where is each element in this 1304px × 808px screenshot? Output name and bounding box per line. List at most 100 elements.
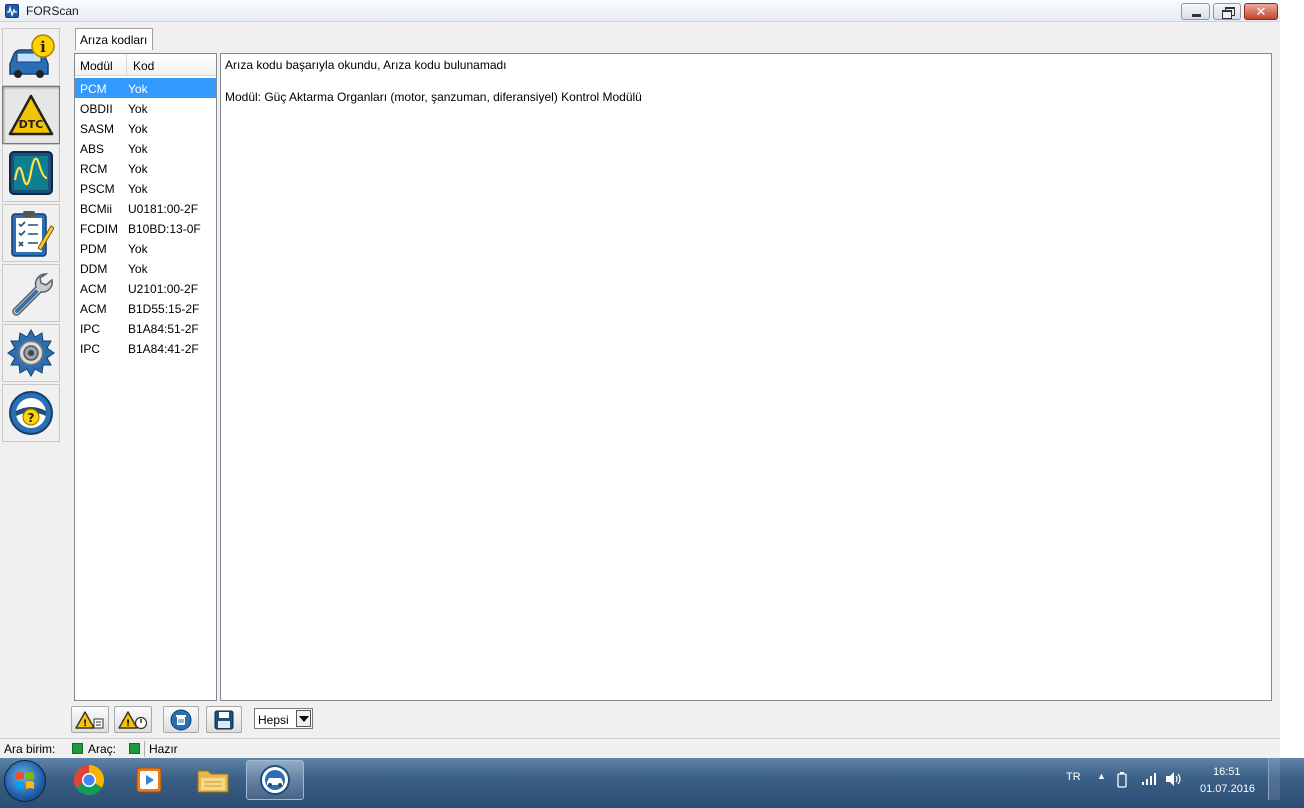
sidebar-item-help[interactable]: ? [2,384,60,442]
minimize-icon [1182,4,1209,19]
table-row[interactable]: FCDIM B10BD:13-0F [75,218,216,238]
taskbar-media-player[interactable] [120,760,178,800]
module-name-cell: IPC [80,342,101,356]
dtc-code-cell: B1A84:51-2F [128,322,199,336]
oscilloscope-icon [9,151,53,195]
module-name-cell: PDM [80,242,107,256]
svg-text:!: ! [126,719,130,729]
save-button[interactable] [206,706,242,733]
windows-logo-icon [16,772,34,789]
module-name-cell: ACM [80,282,107,296]
car-info-icon: i [9,34,55,78]
module-name-cell: RCM [80,162,108,176]
interface-status-indicator [72,743,83,754]
interface-label: Ara birim: [4,742,56,756]
start-button[interactable] [4,760,46,802]
clock-time[interactable]: 16:51 [1213,766,1241,778]
close-button[interactable]: ✕ [1244,3,1278,20]
module-name-cell: PCM [80,82,107,96]
taskbar-forscan[interactable] [246,760,304,800]
table-row[interactable]: PDM Yok [75,238,216,258]
table-row[interactable]: PSCM Yok [75,178,216,198]
svg-text:i: i [40,38,46,56]
sidebar-item-tests[interactable] [2,204,60,262]
window-title: FORScan [26,4,79,18]
media-player-icon [136,767,162,793]
module-list: Modül Kod PCM Yok OBDII Yok SASM Yok ABS Yok RCM… [74,53,217,701]
save-icon [214,710,234,729]
taskbar-chrome[interactable] [60,760,118,800]
forscan-app-icon[interactable] [5,4,19,18]
table-row[interactable]: ACM B1D55:15-2F [75,298,216,318]
taskbar-file-explorer[interactable] [184,760,242,800]
dtc-code-cell: Yok [128,182,148,196]
dtc-code-cell: B1D55:15-2F [128,302,200,316]
module-list-header: Modül Kod [75,54,216,76]
network-signal-icon[interactable] [1141,772,1157,786]
battery-icon[interactable] [1117,772,1127,788]
clock-date[interactable]: 01.07.2016 [1200,783,1255,795]
dtc-filter-select[interactable]: Hepsi [254,708,313,729]
read-dtc-icon: ! [75,710,104,729]
clear-dtc-button[interactable]: ! [114,706,152,733]
restore-button[interactable] [1213,3,1241,20]
file-explorer-icon [197,770,229,793]
dtc-code-cell: B1A84:41-2F [128,342,199,356]
column-header-module[interactable]: Modül [75,54,127,75]
delete-icon [170,709,192,730]
volume-icon[interactable] [1165,771,1183,787]
svg-text:!: ! [83,719,87,729]
module-name-cell: PSCM [80,182,115,196]
sidebar-item-oscilloscope[interactable] [2,144,60,202]
gear-icon [7,328,55,378]
dtc-code-cell: B10BD:13-0F [128,222,201,236]
module-description: Modül: Güç Aktarma Organları (motor, şan… [225,90,642,104]
module-name-cell: DDM [80,262,108,276]
dtc-code-cell: Yok [128,102,148,116]
table-row[interactable]: RCM Yok [75,158,216,178]
read-dtc-button[interactable]: ! [71,706,109,733]
close-icon: ✕ [1255,4,1267,19]
table-row[interactable]: IPC B1A84:51-2F [75,318,216,338]
clear-dtc-icon: ! [118,710,148,729]
help-steering-icon: ? [9,391,53,435]
table-row[interactable]: OBDII Yok [75,98,216,118]
dtc-code-cell: Yok [128,82,148,96]
taskbar: TR ▲ 16:51 01.07.2016 [0,758,1304,808]
chrome-icon [73,765,105,796]
restore-icon [1214,4,1240,19]
dtc-code-cell: Yok [128,142,148,156]
table-row[interactable]: ABS Yok [75,138,216,158]
delete-button[interactable] [163,706,199,733]
tray-expand-icon[interactable]: ▲ [1097,771,1106,781]
table-row[interactable]: BCMii U0181:00-2F [75,198,216,218]
screen-edge [1280,0,1304,758]
dtc-read-result: Arıza kodu başarıyla okundu, Arıza kodu … [225,58,507,72]
module-name-cell: BCMii [80,202,112,216]
module-name-cell: OBDII [80,102,113,116]
sidebar-item-dtc[interactable]: DTC [2,86,60,144]
module-name-cell: IPC [80,322,101,336]
sidebar-item-configuration[interactable] [2,324,60,382]
chevron-down-icon[interactable] [296,710,311,727]
dtc-filter-value: Hepsi [258,713,289,727]
column-header-code[interactable]: Kod [128,54,216,75]
minimize-button[interactable] [1181,3,1210,20]
sidebar-item-vehicle-info[interactable]: i [2,28,60,86]
dtc-code-cell: U0181:00-2F [128,202,199,216]
dtc-code-cell: Yok [128,162,148,176]
table-row[interactable]: ACM U2101:00-2F [75,278,216,298]
table-row[interactable]: DDM Yok [75,258,216,278]
dtc-details-pane: Arıza kodu başarıyla okundu, Arıza kodu … [220,53,1272,701]
svg-text:DTC: DTC [19,118,44,131]
status-text: Hazır [149,742,178,756]
module-name-cell: FCDIM [80,222,118,236]
language-indicator[interactable]: TR [1066,771,1081,783]
show-desktop-button[interactable] [1268,758,1280,800]
table-row[interactable]: SASM Yok [75,118,216,138]
status-bar: Ara birim: Araç: Hazır [0,738,1280,758]
sidebar-item-service[interactable] [2,264,60,322]
table-row[interactable]: PCM Yok [75,78,216,98]
tab-dtc-codes[interactable]: Arıza kodları [75,28,153,50]
table-row[interactable]: IPC B1A84:41-2F [75,338,216,358]
